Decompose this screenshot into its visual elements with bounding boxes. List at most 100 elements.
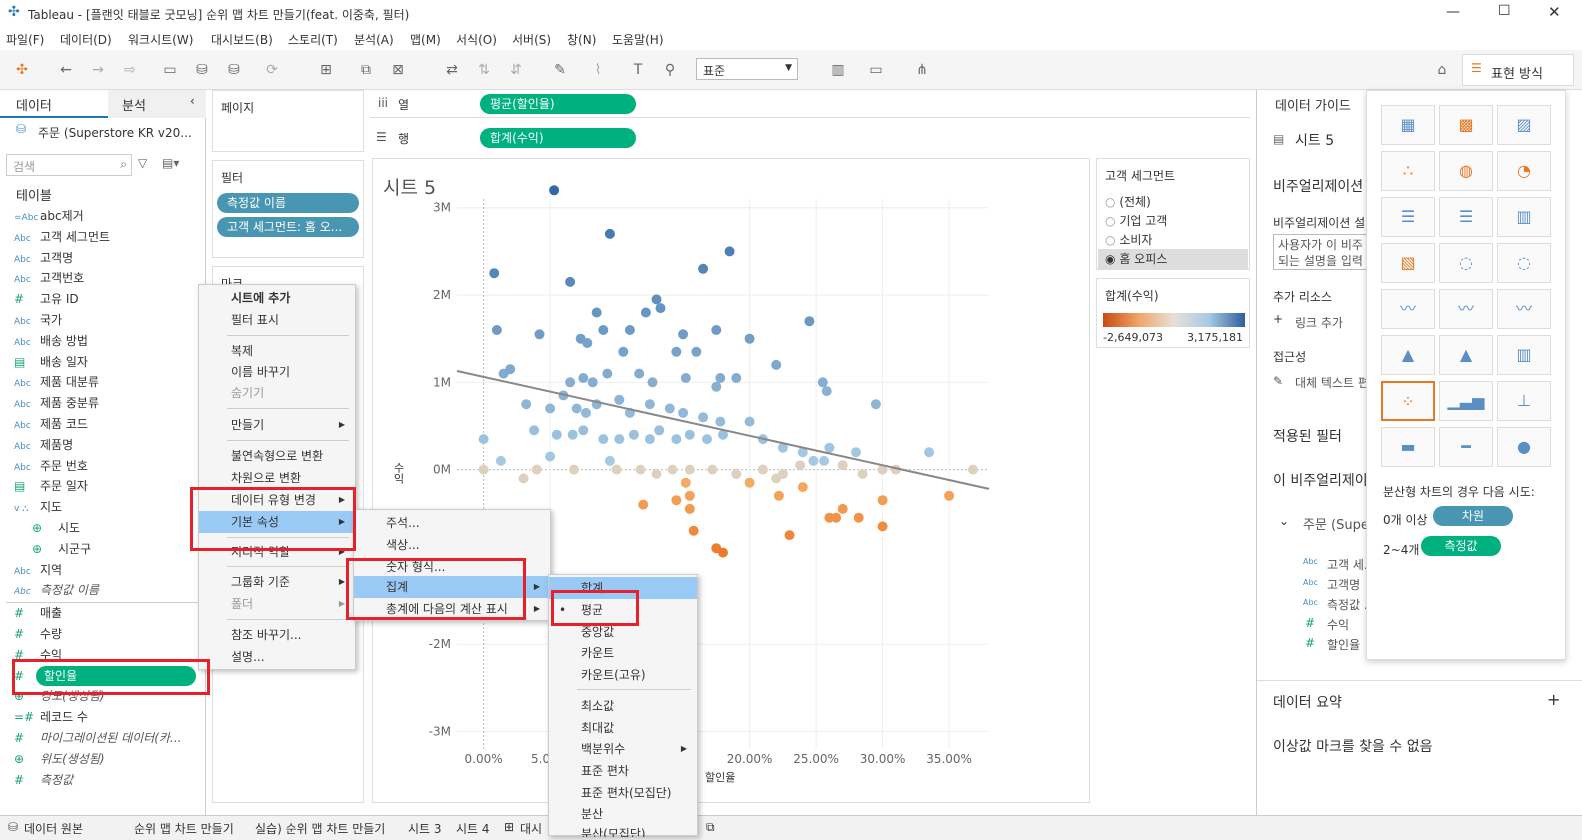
- tableau-icon[interactable]: ✣: [12, 60, 32, 80]
- columns-pill[interactable]: 평균(할인율): [480, 94, 636, 114]
- chart-type-area-discrete-icon[interactable]: ▲: [1439, 335, 1493, 375]
- chart-type-treemap-icon[interactable]: ▧: [1381, 243, 1435, 283]
- menu-server[interactable]: 서버(S): [512, 31, 551, 48]
- view-options-icon[interactable]: ▤▾: [162, 156, 179, 170]
- menu-group-by[interactable]: 그룹화 기준 ▶: [199, 571, 355, 593]
- menu-comment[interactable]: 주석...: [354, 512, 550, 534]
- radio-consumer[interactable]: ○ 소비자: [1105, 231, 1245, 249]
- tab-sheet-4[interactable]: 시트 4: [456, 820, 490, 837]
- field-fields-18[interactable]: Abc 측정값 이름: [14, 580, 99, 600]
- tab-sheet-1[interactable]: 순위 맵 차트 만들기: [134, 820, 234, 837]
- chart-type-dual-line-icon[interactable]: 〰: [1497, 289, 1551, 329]
- chart-type-filled-map-icon[interactable]: ◍: [1439, 151, 1493, 191]
- tooltip-icon[interactable]: ⌂: [1432, 60, 1452, 80]
- filter-icon[interactable]: ▽: [138, 156, 147, 170]
- presentation-icon[interactable]: ▭: [866, 60, 886, 80]
- fit-select[interactable]: 표준 ▼: [696, 58, 798, 80]
- agg-percentile[interactable]: 백분위수 ▶: [549, 738, 697, 760]
- chevron-down-icon[interactable]: ⌄: [1279, 514, 1289, 528]
- chart-type-area-continuous-icon[interactable]: ▲: [1381, 335, 1435, 375]
- chart-type-circle-view-icon[interactable]: ◌: [1439, 243, 1493, 283]
- show-labels-icon[interactable]: ▥: [828, 60, 848, 80]
- redo-icon[interactable]: →: [88, 60, 108, 80]
- save-icon[interactable]: ▭: [160, 60, 180, 80]
- menu-help[interactable]: 도움말(H): [612, 31, 664, 48]
- chart-type-text-table-icon[interactable]: ▦: [1381, 105, 1435, 145]
- add-link[interactable]: 링크 추가: [1295, 314, 1343, 331]
- share-icon[interactable]: ⋔: [912, 60, 932, 80]
- field-fields-15[interactable]: ⊕ 시도: [32, 518, 80, 538]
- chart-type-packed-bubbles-icon[interactable]: ●: [1497, 427, 1551, 467]
- field-fields-6[interactable]: Abc 배송 방법: [14, 331, 88, 351]
- field-fields-7[interactable]: ▤ 배송 일자: [14, 352, 88, 372]
- add-link-icon[interactable]: +: [1273, 312, 1283, 326]
- menu-hide[interactable]: 숨기기: [199, 382, 355, 404]
- filter-pill-measure-names[interactable]: 측정값 이름: [217, 193, 359, 213]
- chart-type-line-discrete-icon[interactable]: 〰: [1439, 289, 1493, 329]
- chart-type-dual-combo-icon[interactable]: ▥: [1497, 335, 1551, 375]
- chart-type-scatter-plot-icon[interactable]: ⁘: [1381, 381, 1435, 421]
- field-fields-11[interactable]: Abc 제품명: [14, 435, 73, 455]
- field-fields-8[interactable]: Abc 제품 대분류: [14, 372, 99, 392]
- chart-type-highlight-table-icon[interactable]: ▨: [1497, 105, 1551, 145]
- clear-icon[interactable]: ⊠: [388, 60, 408, 80]
- menu-convert-dimension[interactable]: 차원으로 변환: [199, 467, 355, 489]
- collapse-icon[interactable]: ‹: [190, 94, 195, 108]
- minimize-icon[interactable]: —: [1446, 4, 1460, 20]
- chart-type-side-by-side-bar-icon[interactable]: ▥: [1497, 197, 1551, 237]
- columns-shelf[interactable]: iii 열 평균(할인율): [370, 90, 1250, 118]
- field-measures-1[interactable]: # 수량: [14, 624, 62, 644]
- tab-data[interactable]: 데이터: [0, 90, 108, 118]
- menu-analysis[interactable]: 분석(A): [354, 31, 394, 48]
- pause-icon[interactable]: ⛁: [224, 60, 244, 80]
- menu-duplicate[interactable]: 복제: [199, 340, 355, 362]
- new-sheet-icon[interactable]: ⊞: [316, 60, 336, 80]
- rows-shelf[interactable]: ☰ 행 합계(수익): [370, 124, 1250, 152]
- radio-all[interactable]: ○ (전체): [1105, 193, 1245, 211]
- chart-type-side-circle-icon[interactable]: ◌: [1497, 243, 1551, 283]
- chart-type-histogram-icon[interactable]: ▁▃▅: [1439, 381, 1493, 421]
- chart-type-symbol-map-icon[interactable]: ∴: [1381, 151, 1435, 191]
- expand-icon[interactable]: +: [1547, 690, 1560, 709]
- search-input[interactable]: 검색 ⌕: [6, 154, 132, 176]
- agg-variance-pop[interactable]: 분산(모집단): [549, 823, 697, 837]
- replay-icon[interactable]: ⇨: [120, 60, 140, 80]
- field-fields-1[interactable]: Abc 고객 세그먼트: [14, 227, 110, 247]
- menu-convert-discrete[interactable]: 불연속형으로 변환: [199, 445, 355, 467]
- chart-type-box-whisker-icon[interactable]: ⊥: [1497, 381, 1551, 421]
- field-fields-2[interactable]: Abc 고객명: [14, 248, 73, 268]
- group-icon[interactable]: ⌇: [588, 60, 608, 80]
- datasource-name[interactable]: 주문 (Superstore KR v20...: [38, 124, 192, 141]
- rows-pill[interactable]: 합계(수익): [480, 128, 636, 148]
- tab-sheet-2[interactable]: 실습) 순위 맵 차트 만들기: [255, 820, 385, 837]
- label-icon[interactable]: T: [628, 60, 648, 80]
- field-measures-5[interactable]: =# 레코드 수: [14, 707, 88, 727]
- chart-type-bullet-graph-icon[interactable]: ━: [1439, 427, 1493, 467]
- radio-home-office[interactable]: ◉ 홈 오피스: [1098, 249, 1248, 269]
- field-fields-16[interactable]: ⊕ 시군구: [32, 539, 91, 559]
- menu-data[interactable]: 데이터(D): [60, 31, 112, 48]
- field-fields-4[interactable]: # 고유 ID: [14, 289, 79, 309]
- field-measures-7[interactable]: ⊕ 위도(생성됨): [14, 749, 105, 769]
- field-measures-8[interactable]: # 측정값: [14, 770, 73, 790]
- refresh-icon[interactable]: ⟳: [262, 60, 282, 80]
- agg-stdev-pop[interactable]: 표준 편차(모집단): [549, 782, 697, 804]
- filter-pill-segment[interactable]: 고객 세그먼트: 홈 오...: [217, 217, 359, 237]
- menu-dashboard[interactable]: 대시보드(B): [211, 31, 273, 48]
- highlight-icon[interactable]: ✎: [550, 60, 570, 80]
- menu-color[interactable]: 색상...: [354, 534, 550, 556]
- chart-type-stacked-hbar-icon[interactable]: ☰: [1439, 197, 1493, 237]
- chart-type-heat-map-icon[interactable]: ▩: [1439, 105, 1493, 145]
- undo-icon[interactable]: ←: [56, 60, 76, 80]
- menu-map[interactable]: 맵(M): [410, 31, 441, 48]
- guide-description-input[interactable]: 사용자가 이 비주 되는 설명을 입력: [1273, 234, 1373, 270]
- menu-describe[interactable]: 설명...: [199, 646, 355, 668]
- field-fields-10[interactable]: Abc 제품 코드: [14, 414, 88, 434]
- scatter-plot[interactable]: 3M2M1M0M-2M-3M0.00%5.00%20.00%25.00%30.0…: [373, 159, 1089, 802]
- field-fields-14[interactable]: v ⛬ 지도: [14, 497, 62, 517]
- field-measures-0[interactable]: # 매출: [14, 603, 62, 623]
- tab-sheet-3[interactable]: 시트 3: [408, 820, 442, 837]
- new-datasource-icon[interactable]: ⛁: [192, 60, 212, 80]
- tab-datasource[interactable]: 데이터 원본: [24, 820, 83, 837]
- field-measures-6[interactable]: # 마이그레이션된 데이터(카...: [14, 728, 181, 748]
